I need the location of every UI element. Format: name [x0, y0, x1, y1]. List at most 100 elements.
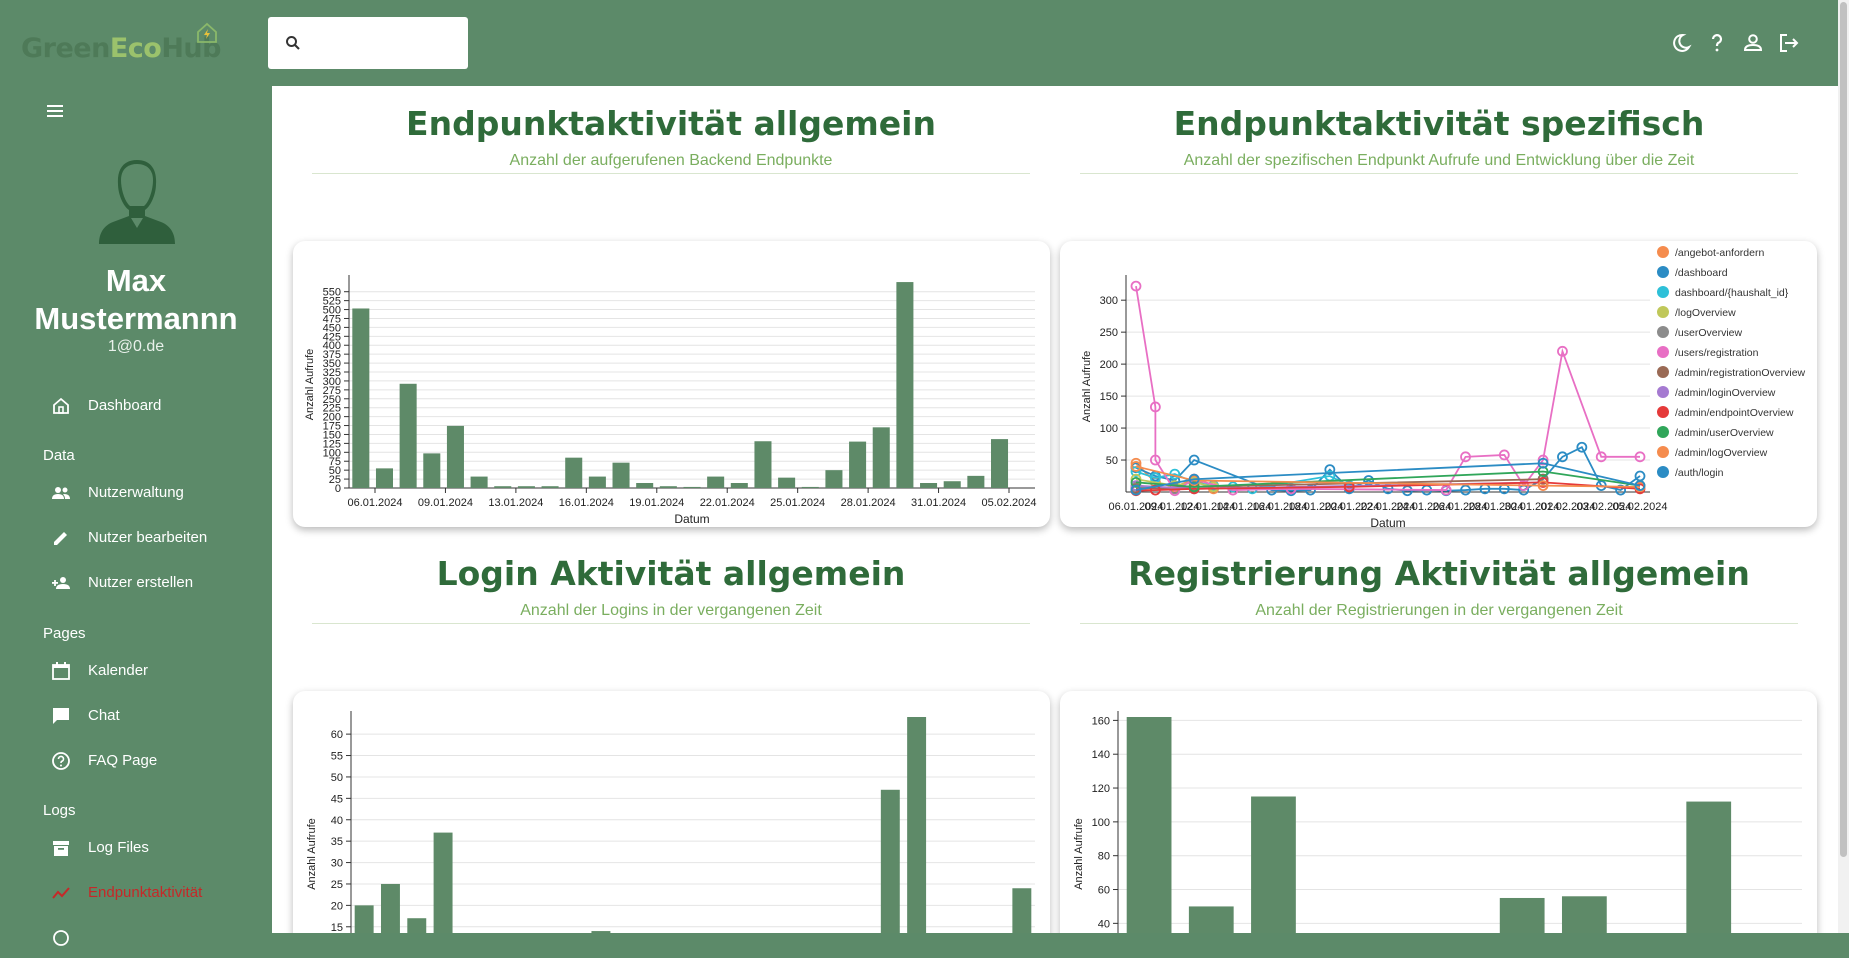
y-tick-label: 150 — [1100, 391, 1118, 403]
bar — [896, 282, 914, 488]
nav-dashboard[interactable]: Dashboard — [0, 386, 272, 426]
help-circle-icon — [52, 752, 70, 770]
nav-nutzerverwaltung[interactable]: Nutzerwaltung — [0, 473, 272, 513]
bar — [446, 425, 464, 488]
bar — [1126, 717, 1172, 933]
dark-mode-icon[interactable] — [1668, 30, 1694, 56]
nav-chat[interactable]: Chat — [0, 696, 272, 736]
legend-marker — [1657, 266, 1669, 278]
legend-marker — [1657, 406, 1669, 418]
legend-label: /admin/logOverview — [1675, 447, 1768, 459]
nav-label: FAQ Page — [88, 752, 158, 769]
y-tick-label: 35 — [331, 836, 343, 848]
y-tick-label: 55 — [331, 751, 343, 763]
y-tick-label: 40 — [331, 815, 343, 827]
nav-nutzer-bearbeiten[interactable]: Nutzer bearbeiten — [0, 518, 272, 558]
chart-endpoint-general: 0255075100125150175200225250275300325350… — [304, 275, 1037, 526]
legend-label: /userOverview — [1675, 327, 1743, 339]
nav-label: Dashboard — [88, 397, 162, 414]
y-axis-label: Anzahl Aufrufe — [1073, 818, 1085, 890]
x-tick-label: 05.02.2024 — [981, 497, 1036, 509]
legend-label: /admin/userOverview — [1675, 427, 1774, 439]
bar — [730, 483, 748, 488]
user-email: 1@0.de — [107, 338, 165, 355]
nav-label: Nutzerwaltung — [88, 484, 184, 501]
x-axis-label: Datum — [1370, 516, 1405, 527]
nav-more[interactable] — [0, 918, 272, 958]
sidebar: Max Mustermannn 1@0.de Dashboard Data Nu… — [0, 86, 272, 946]
legend-marker — [1657, 346, 1669, 358]
nav-faq[interactable]: FAQ Page — [0, 741, 272, 781]
bar — [801, 486, 819, 488]
nav-label: Log Files — [88, 839, 149, 856]
search-bar[interactable] — [268, 17, 468, 69]
nav-endpunktaktivitaet[interactable]: Endpunktaktivität — [0, 873, 272, 913]
bar — [399, 383, 417, 488]
bar — [943, 481, 961, 488]
bar — [636, 483, 654, 488]
x-tick-label: 19.01.2024 — [629, 497, 684, 509]
legend-label: /users/registration — [1675, 347, 1759, 359]
bar — [1561, 896, 1607, 933]
y-tick-label: 60 — [1098, 885, 1110, 897]
bar — [494, 486, 512, 488]
bar — [991, 439, 1009, 488]
nav-label: Chat — [88, 707, 120, 724]
y-tick-label: 120 — [1092, 783, 1110, 795]
section-divider — [312, 173, 1030, 174]
bar — [778, 477, 796, 488]
section-subtitle: Anzahl der spezifischen Endpunkt Aufrufe… — [1183, 152, 1695, 169]
chart-card-login-general: 051015202530354045505560Anzahl Aufrufe — [293, 691, 1050, 933]
section-title: Login Aktivität allgemein — [436, 554, 906, 593]
account-icon[interactable] — [1740, 30, 1766, 56]
y-tick-label: 100 — [1100, 423, 1118, 435]
bar — [1686, 801, 1732, 933]
logo-house-icon — [197, 22, 217, 43]
app-logo[interactable]: GreenEcoHub — [21, 33, 221, 64]
bar — [354, 905, 374, 933]
bar — [407, 918, 427, 933]
chat-icon — [53, 708, 69, 724]
legend-marker — [1657, 246, 1669, 258]
legend-label: /admin/endpointOverview — [1675, 407, 1794, 419]
nav-nutzer-erstellen[interactable]: Nutzer erstellen — [0, 563, 272, 603]
y-tick-label: 30 — [331, 858, 343, 870]
legend-label: dashboard/{haushalt_id} — [1675, 287, 1789, 299]
nav-kalender[interactable]: Kalender — [0, 651, 272, 691]
y-tick-label: 15 — [331, 922, 343, 933]
legend-label: /auth/login — [1675, 467, 1724, 479]
bar — [880, 789, 900, 933]
chart-card-endpoint-general: 0 25 50 75 100 125 150 175 200 225 250 275 300 325 350… — [293, 241, 1050, 527]
y-tick-label: 550 — [323, 287, 341, 299]
x-tick-label: 25.01.2024 — [770, 497, 825, 509]
avatar — [99, 160, 175, 244]
menu-icon[interactable] — [44, 100, 66, 122]
y-axis-label: Anzahl Aufrufe — [1081, 351, 1093, 423]
x-tick-label: 22.01.2024 — [700, 497, 755, 509]
bar — [541, 486, 559, 488]
legend-marker — [1657, 386, 1669, 398]
nav-log-files[interactable]: Log Files — [0, 828, 272, 868]
bar — [565, 457, 583, 488]
y-tick-label: 300 — [1100, 295, 1118, 307]
scrollbar[interactable] — [1838, 0, 1849, 933]
help-icon[interactable] — [1704, 30, 1730, 56]
legend-label: /admin/registrationOverview — [1675, 367, 1806, 379]
logout-icon[interactable] — [1776, 30, 1802, 56]
logo-text-eco: Eco — [109, 33, 162, 64]
scrollbar-thumb[interactable] — [1840, 2, 1847, 857]
bar — [517, 486, 535, 488]
bar — [588, 476, 606, 488]
section-logs: Logs — [43, 802, 76, 819]
y-tick-label: 40 — [1098, 918, 1110, 930]
top-bar: GreenEcoHub — [0, 0, 1838, 86]
y-axis-label: Anzahl Aufrufe — [306, 818, 318, 890]
y-tick-label: 45 — [331, 793, 343, 805]
bar — [872, 427, 890, 488]
bar — [375, 468, 393, 488]
y-tick-label: 250 — [1100, 327, 1118, 339]
y-tick-label: 60 — [331, 729, 343, 741]
more-icon — [53, 930, 69, 946]
nav-label: Nutzer erstellen — [88, 574, 194, 591]
chart-registration-general: 020406080100120140160Anzahl Aufrufe — [1073, 711, 1802, 933]
